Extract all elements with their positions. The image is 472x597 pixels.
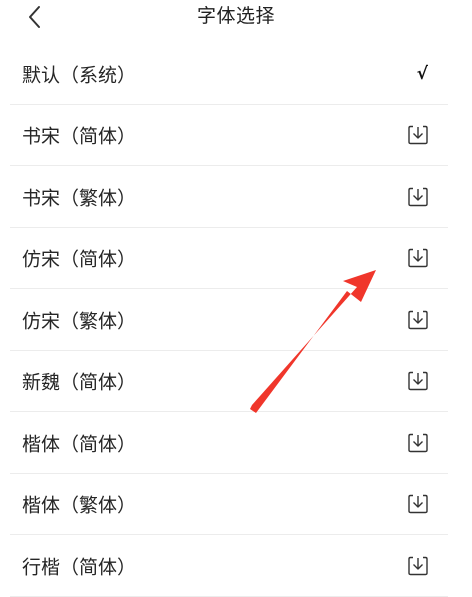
font-label: 新魏（简体）	[22, 371, 137, 394]
font-row-kaiti-traditional[interactable]: 楷体（繁体）	[0, 474, 472, 536]
font-label: 默认（系统）	[22, 64, 137, 87]
download-icon[interactable]	[406, 369, 430, 393]
font-row-fangsong-traditional[interactable]: 仿宋（繁体）	[0, 289, 472, 351]
download-icon[interactable]	[406, 431, 430, 455]
font-label: 仿宋（简体）	[22, 248, 137, 271]
download-icon[interactable]	[406, 492, 430, 516]
download-icon[interactable]	[406, 123, 430, 147]
font-row-xinwei-simplified[interactable]: 新魏（简体）	[0, 351, 472, 413]
font-label: 行楷（简体）	[22, 556, 137, 579]
font-label: 楷体（简体）	[22, 433, 137, 456]
download-icon[interactable]	[406, 554, 430, 578]
header-bar: 字体选择	[0, 0, 472, 40]
font-label: 书宋（繁体）	[22, 187, 137, 210]
font-label: 仿宋（繁体）	[22, 310, 137, 333]
font-row-shusong-traditional[interactable]: 书宋（繁体）	[0, 166, 472, 228]
font-row-xingkai-simplified[interactable]: 行楷（简体）	[0, 535, 472, 597]
font-row-fangsong-simplified[interactable]: 仿宋（简体）	[0, 228, 472, 290]
font-list: 默认（系统） √ 书宋（简体） 书宋（繁体） 仿宋（简体） 仿宋（繁体） 新魏（…	[0, 43, 472, 597]
font-label: 楷体（繁体）	[22, 494, 137, 517]
download-icon[interactable]	[406, 185, 430, 209]
download-icon[interactable]	[406, 246, 430, 270]
font-row-kaiti-simplified[interactable]: 楷体（简体）	[0, 412, 472, 474]
font-row-shusong-simplified[interactable]: 书宋（简体）	[0, 105, 472, 167]
font-label: 书宋（简体）	[22, 125, 137, 148]
font-row-default-system[interactable]: 默认（系统） √	[0, 43, 472, 105]
check-icon: √	[416, 63, 428, 84]
download-icon[interactable]	[406, 308, 430, 332]
page-title: 字体选择	[196, 5, 275, 27]
